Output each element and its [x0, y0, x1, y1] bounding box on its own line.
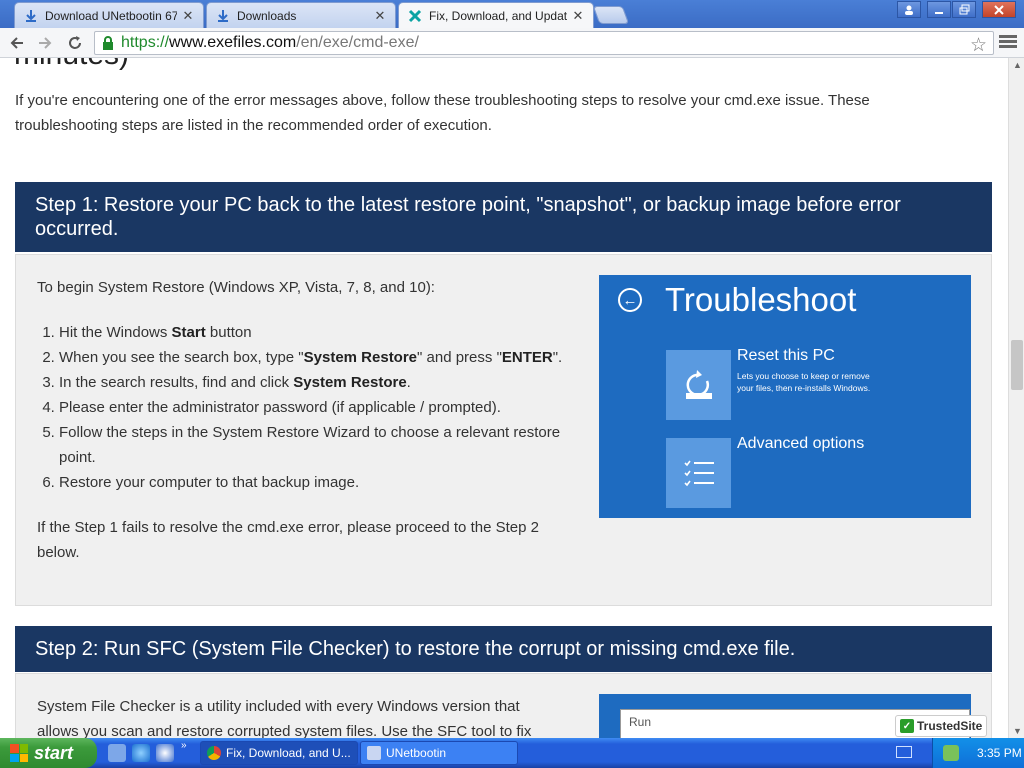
tab-label: Downloads — [237, 8, 297, 23]
reset-pc-title: Reset this PC — [737, 347, 835, 364]
url-host: www.exefiles.com — [169, 34, 297, 51]
step2-body: System File Checker is a utility include… — [15, 673, 992, 738]
list-item: Restore your computer to that backup ima… — [59, 470, 577, 495]
reload-button[interactable] — [64, 32, 86, 54]
tab-label: Fix, Download, and Update C — [429, 9, 567, 23]
advanced-options-icon — [666, 438, 731, 508]
list-item: Follow the steps in the System Restore W… — [59, 420, 577, 470]
step2-line: System File Checker is a utility include… — [37, 698, 520, 715]
browser-toolbar: https://www.exefiles.com/en/exe/cmd-exe/… — [0, 28, 1024, 58]
checkmark-icon: ✓ — [900, 719, 914, 733]
arrow-left-icon — [10, 37, 23, 49]
network-icon[interactable] — [943, 745, 959, 761]
section-heading: minutes) — [14, 58, 129, 72]
step1-lead: To begin System Restore (Windows XP, Vis… — [37, 279, 435, 296]
step1-instructions: To begin System Restore (Windows XP, Vis… — [37, 275, 577, 565]
close-icon[interactable]: ✕ — [373, 8, 387, 24]
list-item: Please enter the administrator password … — [59, 395, 577, 420]
start-button[interactable]: start — [0, 738, 97, 768]
reload-icon — [69, 36, 81, 49]
address-bar[interactable]: https://www.exefiles.com/en/exe/cmd-exe/… — [94, 31, 994, 57]
step2-line: allows you scan and restore corrupted sy… — [37, 723, 532, 738]
close-icon[interactable]: ✕ — [181, 8, 195, 24]
media-player-icon[interactable] — [156, 744, 174, 762]
back-arrow-icon: ← — [618, 288, 642, 312]
url-path: /en/exe/cmd-exe/ — [296, 34, 419, 51]
start-label: start — [34, 742, 74, 763]
url-scheme: https:// — [121, 34, 170, 51]
step1-body: To begin System Restore (Windows XP, Vis… — [15, 254, 992, 606]
list-item: Hit the Windows Start button — [59, 320, 577, 345]
scrollbar-thumb[interactable] — [1011, 340, 1023, 390]
close-window-button[interactable] — [982, 1, 1016, 18]
windows-flag-icon — [10, 744, 28, 762]
tab-unetbootin-download[interactable]: Download UNetbootin 677 fo ✕ — [14, 2, 204, 28]
reset-pc-description: Lets you choose to keep or remove your f… — [737, 371, 871, 393]
page-viewport: minutes) If you're encountering one of t… — [0, 58, 1008, 738]
intro-line: If you're encountering one of the error … — [15, 92, 870, 109]
keyboard-icon[interactable] — [896, 746, 912, 758]
internet-explorer-icon[interactable] — [132, 744, 150, 762]
scroll-down-icon[interactable]: ▼ — [1013, 726, 1022, 736]
vertical-scrollbar[interactable]: ▲ ▼ — [1008, 58, 1024, 738]
download-icon — [215, 8, 231, 24]
troubleshoot-title: Troubleshoot — [665, 281, 857, 318]
chrome-menu-icon[interactable] — [999, 33, 1017, 53]
bookmark-star-icon[interactable]: ☆ — [970, 34, 987, 57]
chevron-double-right-icon[interactable]: » — [181, 740, 187, 751]
minimize-button[interactable] — [927, 1, 951, 18]
restore-button[interactable] — [952, 1, 976, 18]
forward-button[interactable] — [34, 32, 56, 54]
list-item: In the search results, find and click Sy… — [59, 370, 577, 395]
troubleshoot-screenshot: ← Troubleshoot Reset this PC Lets you ch… — [599, 275, 971, 518]
step2-text: System File Checker is a utility include… — [37, 694, 577, 738]
exefiles-favicon-icon — [407, 8, 423, 24]
step1-header: Step 1: Restore your PC back to the late… — [15, 182, 992, 252]
taskbar-item-unetbootin[interactable]: UNetbootin — [360, 741, 518, 765]
tab-label: Download UNetbootin 677 fo — [45, 8, 177, 23]
taskbar-item-chrome[interactable]: Fix, Download, and U... — [200, 741, 358, 765]
user-icon[interactable] — [897, 1, 921, 18]
tab-exefiles-active[interactable]: Fix, Download, and Update C ✕ — [398, 2, 594, 29]
intro-line: troubleshooting steps are listed in the … — [15, 117, 492, 134]
taskbar: start » Fix, Download, and U... UNetboot… — [0, 738, 1024, 768]
arrow-right-icon — [39, 37, 52, 49]
step2-header: Step 2: Run SFC (System File Checker) to… — [15, 626, 992, 672]
close-icon[interactable]: ✕ — [571, 8, 585, 24]
intro-text: If you're encountering one of the error … — [15, 88, 945, 138]
new-tab-button[interactable] — [592, 6, 630, 24]
lock-icon — [103, 36, 113, 50]
chrome-icon — [207, 746, 221, 760]
system-tray: 3:35 PM — [932, 738, 1024, 768]
list-item: When you see the search box, type "Syste… — [59, 345, 577, 370]
advanced-options-title: Advanced options — [737, 435, 865, 452]
download-icon — [23, 8, 39, 24]
unetbootin-icon — [367, 746, 381, 760]
tab-downloads[interactable]: Downloads ✕ — [206, 2, 396, 28]
trustedsite-label: TrustedSite — [917, 719, 983, 733]
tab-strip: Download UNetbootin 677 fo ✕ Downloads ✕… — [0, 0, 1024, 29]
show-desktop-icon[interactable] — [108, 744, 126, 762]
task-label: Fix, Download, and U... — [226, 746, 351, 760]
clock[interactable]: 3:35 PM — [977, 746, 1022, 760]
task-label: UNetbootin — [386, 746, 447, 760]
back-button[interactable] — [6, 32, 28, 54]
scroll-up-icon[interactable]: ▲ — [1013, 60, 1022, 70]
step1-list: Hit the Windows Start button When you se… — [37, 320, 577, 495]
reset-pc-icon — [666, 350, 731, 420]
step1-footer: If the Step 1 fails to resolve the cmd.e… — [37, 519, 539, 561]
trustedsite-badge[interactable]: ✓ TrustedSite — [895, 715, 987, 737]
